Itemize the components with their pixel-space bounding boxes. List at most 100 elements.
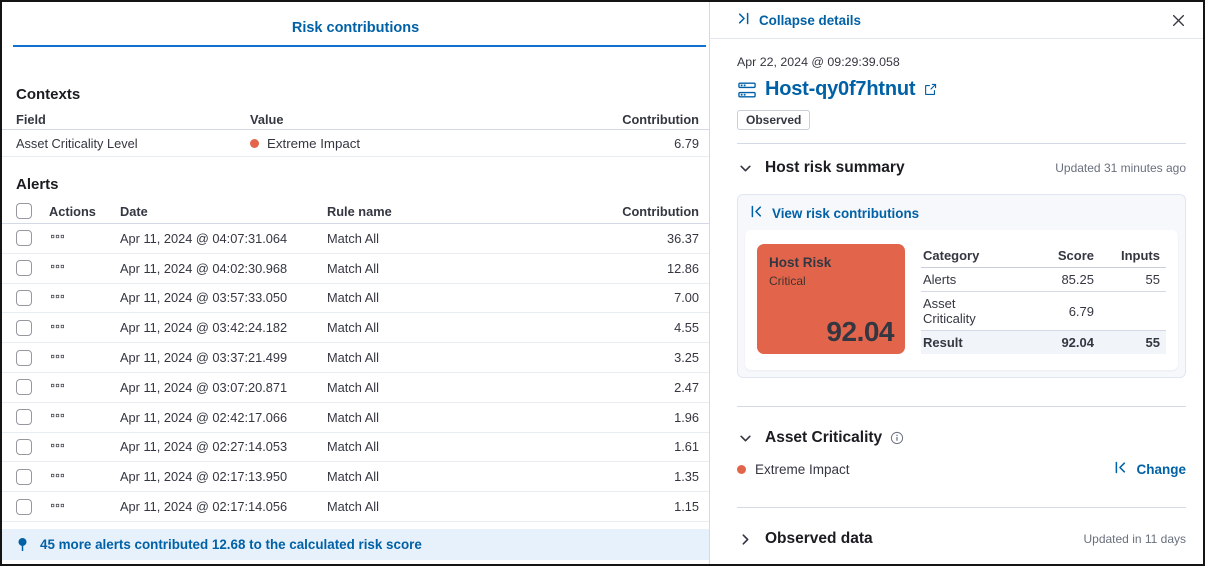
observed-data-header: Observed data Updated in 11 days — [737, 530, 1186, 548]
risk-contributions-panel: Risk contributions Contexts Field Value … — [2, 2, 709, 564]
boxes-horizontal-icon — [51, 320, 64, 336]
alert-rule-name: Match All — [327, 350, 589, 365]
column-header-rule-name: Rule name — [327, 204, 589, 219]
more-alerts-banner[interactable]: 45 more alerts contributed 12.68 to the … — [2, 529, 709, 560]
row-checkbox[interactable] — [16, 439, 32, 455]
context-contribution: 6.79 — [589, 136, 699, 151]
row-checkbox[interactable] — [16, 379, 32, 395]
host-risk-summary-header: Host risk summary Updated 31 minutes ago — [737, 159, 1186, 177]
alert-row: Apr 11, 2024 @ 03:07:20.871 Match All 2.… — [2, 373, 709, 403]
row-actions-button[interactable] — [49, 348, 66, 368]
close-icon[interactable] — [1168, 10, 1189, 31]
arrow-to-start-icon — [750, 205, 763, 221]
chevron-down-icon[interactable] — [737, 160, 754, 177]
risk-score: 92.04 — [999, 335, 1094, 350]
collapse-details-label: Collapse details — [759, 13, 861, 28]
alert-contribution: 1.35 — [589, 469, 699, 484]
observed-data-title: Observed data — [765, 530, 873, 548]
alerts-table-header: Actions Date Rule name Contribution — [2, 199, 709, 224]
boxes-horizontal-icon — [51, 350, 64, 366]
alert-row: Apr 11, 2024 @ 02:42:17.066 Match All 1.… — [2, 403, 709, 433]
host-title-row: Host-qy0f7htnut — [737, 78, 1186, 101]
alert-rule-name: Match All — [327, 290, 589, 305]
flyout-header: Collapse details — [710, 2, 1203, 39]
risk-score-panel: Host Risk Critical 92.04 Category Score … — [745, 230, 1178, 370]
view-risk-contributions-label: View risk contributions — [772, 206, 919, 221]
alert-contribution: 1.96 — [589, 410, 699, 425]
asset-criticality-row: Extreme Impact Change — [737, 461, 1186, 477]
risk-timestamp: Apr 22, 2024 @ 09:29:39.058 — [737, 55, 1186, 69]
criticality-dot-icon — [737, 465, 746, 474]
row-checkbox[interactable] — [16, 230, 32, 246]
chevron-right-icon[interactable] — [737, 531, 754, 548]
boxes-horizontal-icon — [51, 499, 64, 515]
alert-contribution: 2.47 — [589, 380, 699, 395]
row-actions-button[interactable] — [49, 407, 66, 427]
risk-table-header: Category Score Inputs — [921, 244, 1166, 268]
row-actions-button[interactable] — [49, 437, 66, 457]
alert-contribution: 4.55 — [589, 320, 699, 335]
row-checkbox[interactable] — [16, 409, 32, 425]
observed-data-updated: Updated in 11 days — [1083, 532, 1186, 546]
row-checkbox[interactable] — [16, 499, 32, 515]
alert-date: Apr 11, 2024 @ 02:42:17.066 — [120, 410, 327, 425]
row-checkbox[interactable] — [16, 320, 32, 336]
alert-date: Apr 11, 2024 @ 02:17:13.950 — [120, 469, 327, 484]
row-checkbox[interactable] — [16, 469, 32, 485]
select-all-checkbox[interactable] — [16, 203, 32, 219]
flyout-body: Apr 22, 2024 @ 09:29:39.058 Host-qy0f7ht… — [710, 39, 1203, 564]
observed-badge: Observed — [737, 110, 810, 130]
row-actions-button[interactable] — [49, 467, 66, 487]
divider — [737, 507, 1186, 508]
column-header-field: Field — [16, 112, 250, 127]
risk-breakdown-table: Category Score Inputs Alerts 85.25 55 As… — [921, 244, 1166, 354]
row-actions-button[interactable] — [49, 288, 66, 308]
boxes-horizontal-icon — [51, 379, 64, 395]
row-actions-button[interactable] — [49, 318, 66, 338]
alerts-heading: Alerts — [16, 176, 709, 193]
alert-date: Apr 11, 2024 @ 03:42:24.182 — [120, 320, 327, 335]
row-actions-button[interactable] — [49, 258, 66, 278]
host-risk-summary-title: Host risk summary — [765, 159, 905, 177]
risk-category: Result — [923, 335, 999, 350]
view-risk-contributions-row: View risk contributions — [738, 195, 1185, 230]
arrow-to-start-icon — [1114, 461, 1127, 477]
alert-row: Apr 11, 2024 @ 03:42:24.182 Match All 4.… — [2, 313, 709, 343]
row-checkbox[interactable] — [16, 260, 32, 276]
alert-row: Apr 11, 2024 @ 02:17:14.056 Match All 1.… — [2, 492, 709, 522]
asset-criticality-header: Asset Criticality — [737, 429, 1186, 447]
risk-score: 6.79 — [999, 304, 1094, 319]
asset-criticality-title: Asset Criticality — [765, 429, 882, 447]
score-card-level: Critical — [769, 274, 893, 288]
boxes-horizontal-icon — [51, 260, 64, 276]
tab-risk-contributions[interactable]: Risk contributions — [292, 20, 419, 45]
column-header-date: Date — [120, 204, 327, 219]
info-icon[interactable] — [890, 431, 904, 445]
contexts-table-header: Field Value Contribution — [2, 109, 709, 130]
alert-rule-name: Match All — [327, 439, 589, 454]
criticality-dot-icon — [250, 139, 259, 148]
alert-row: Apr 11, 2024 @ 03:37:21.499 Match All 3.… — [2, 343, 709, 373]
host-name-link[interactable]: Host-qy0f7htnut — [765, 78, 915, 101]
change-criticality-button[interactable]: Change — [1114, 461, 1186, 477]
row-checkbox[interactable] — [16, 290, 32, 306]
contexts-heading: Contexts — [16, 86, 709, 103]
alert-rule-name: Match All — [327, 410, 589, 425]
collapse-details-button[interactable]: Collapse details — [737, 12, 861, 28]
row-actions-button[interactable] — [49, 377, 66, 397]
column-header-inputs: Inputs — [1094, 248, 1160, 263]
alert-row: Apr 11, 2024 @ 04:02:30.968 Match All 12… — [2, 254, 709, 284]
chevron-down-icon[interactable] — [737, 430, 754, 447]
alert-contribution: 1.61 — [589, 439, 699, 454]
view-risk-contributions-button[interactable]: View risk contributions — [750, 205, 919, 221]
arrow-to-end-icon — [737, 12, 750, 28]
risk-summary-panel: View risk contributions Host Risk Critic… — [737, 194, 1186, 378]
alert-rule-name: Match All — [327, 231, 589, 246]
row-actions-button[interactable] — [49, 228, 66, 248]
popout-icon[interactable] — [923, 82, 938, 97]
row-actions-button[interactable] — [49, 497, 66, 517]
row-checkbox[interactable] — [16, 350, 32, 366]
alert-contribution: 36.37 — [589, 231, 699, 246]
pin-icon — [16, 537, 29, 552]
boxes-horizontal-icon — [51, 290, 64, 306]
